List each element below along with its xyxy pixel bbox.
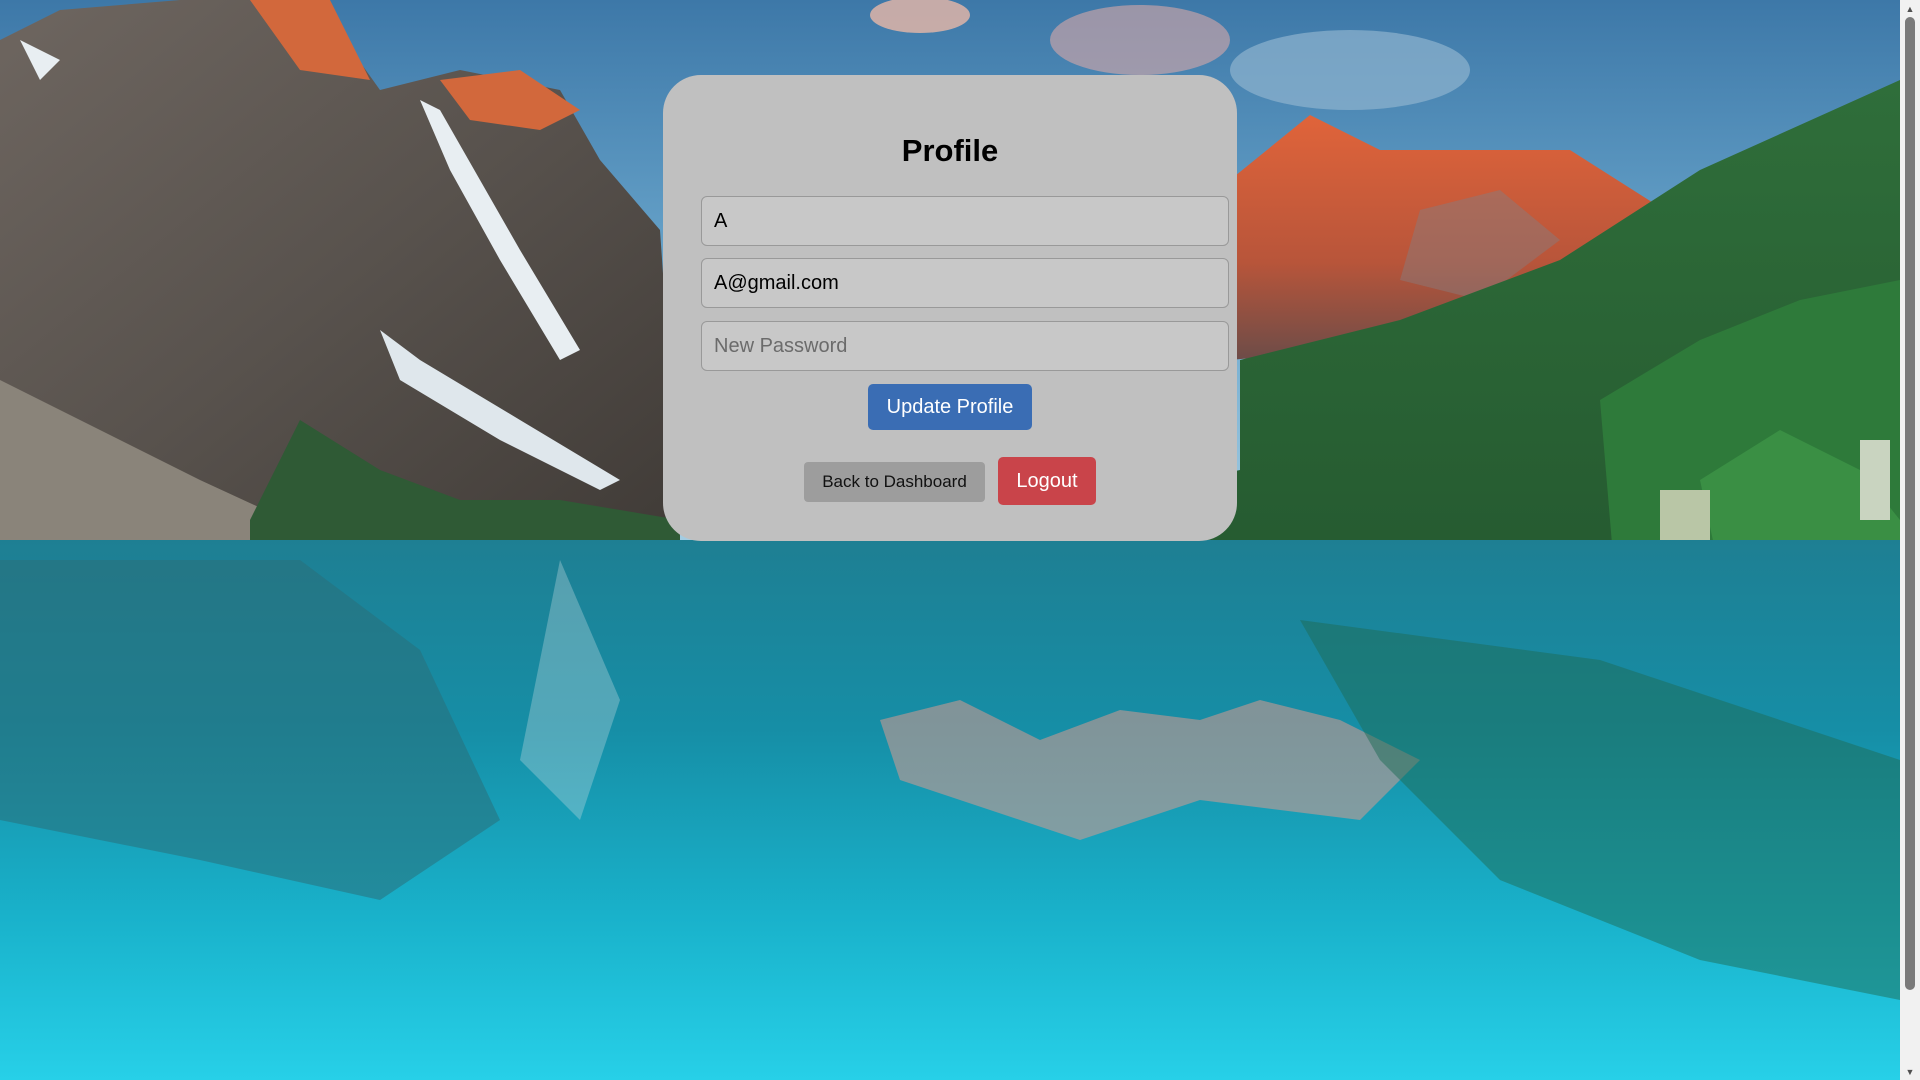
- profile-card: Profile Update Profile Back to Dashboard…: [663, 75, 1237, 541]
- name-input[interactable]: [701, 196, 1229, 246]
- email-input[interactable]: [701, 258, 1229, 308]
- profile-title: Profile: [901, 133, 999, 168]
- scroll-up-arrow-icon[interactable]: ▲: [1900, 0, 1920, 17]
- update-profile-button[interactable]: Update Profile: [868, 384, 1032, 430]
- page: ▲ ▼ Profile Update Profile Back to Dashb…: [0, 0, 1920, 1080]
- scrollbar-thumb[interactable]: [1905, 17, 1915, 990]
- page-scrollbar[interactable]: ▲ ▼: [1900, 0, 1920, 1080]
- scroll-down-arrow-icon[interactable]: ▼: [1900, 1063, 1920, 1080]
- logout-button[interactable]: Logout: [998, 457, 1096, 505]
- new-password-input[interactable]: [701, 321, 1229, 371]
- back-to-dashboard-button[interactable]: Back to Dashboard: [804, 462, 985, 502]
